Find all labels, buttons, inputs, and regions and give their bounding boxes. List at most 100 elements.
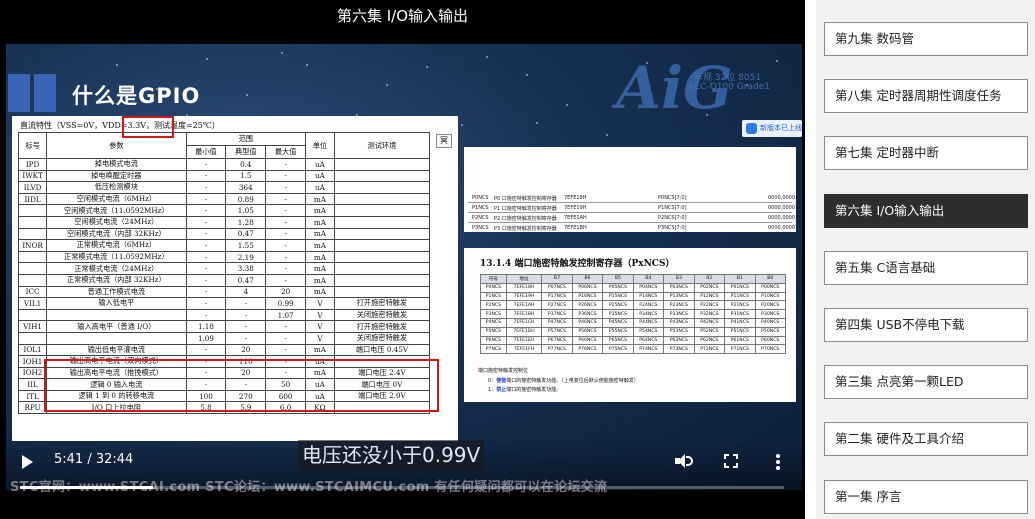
datasheet-cell-sym: IOH2	[17, 366, 48, 380]
video-frame[interactable]: 什么是GPIO AiG 车规 32位 8051 AEC-Q100 Grade1 …	[6, 44, 802, 490]
register-cell: P55NCS	[602, 326, 634, 337]
datasheet-cell-sym: ITL	[17, 389, 48, 403]
register-cell: P27NCS	[541, 300, 573, 311]
video-title: 第六集 I/O输入输出	[336, 7, 469, 25]
episode-item[interactable]: 第八集 定时器周期性调度任务	[824, 79, 1028, 114]
register-cell: P74NCS	[632, 344, 665, 355]
datasheet-cell-sym	[17, 250, 48, 264]
datasheet-cell-unit: mA	[305, 273, 335, 287]
register-summary-name: P2NCS	[472, 215, 489, 221]
register-cell: P36NCS	[571, 309, 604, 319]
register-col-header: B1	[724, 274, 756, 284]
register-note-title: 端口施密特触发控制位	[478, 368, 529, 374]
datasheet-cell-unit: mA	[305, 250, 335, 264]
datasheet-cell-unit: uA	[305, 158, 335, 171]
register-cell: P32NCS	[693, 309, 726, 319]
register-summary-desc: P2 口施密特触发控制寄存器	[494, 216, 557, 222]
fullscreen-icon[interactable]	[724, 454, 738, 468]
episode-item[interactable]: 第三集 点亮第一颗LED	[824, 365, 1028, 400]
col-header-param: 参数	[46, 132, 187, 159]
datasheet-cell-cond	[333, 215, 431, 229]
star-dot	[246, 94, 248, 96]
datasheet-cell-param: 输入低电平	[46, 297, 187, 310]
more-vertical-icon[interactable]	[775, 454, 781, 470]
register-summary-panel: P0NCS P0 口施密特触发控制寄存器 7EFE18H P0NCS[7:0] 0000…	[464, 147, 796, 232]
register-summary-name: P0NCS	[472, 195, 489, 201]
datasheet-cell-unit: mA	[305, 204, 335, 217]
vil-vih-highlight-box	[44, 359, 439, 412]
datasheet-cell-min: -	[185, 204, 227, 217]
register-cell: P41NCS	[724, 317, 756, 328]
datasheet-cell-cond: 打开施密特触发	[333, 297, 431, 310]
episode-item[interactable]: 第七集 定时器中断	[824, 136, 1028, 171]
register-col-header: B3	[663, 274, 695, 284]
datasheet-cell-cond	[333, 169, 431, 183]
register-col-header: B4	[632, 274, 665, 284]
register-cell: P34NCS	[632, 309, 665, 319]
datasheet-cell-min: -	[185, 285, 227, 299]
datasheet-cell-sym: IWKT	[17, 169, 48, 183]
datasheet-cell-cond: 端口电压 0.45V	[333, 343, 431, 357]
register-cell: P71NCS	[724, 344, 756, 355]
register-cell: P52NCS	[693, 326, 726, 337]
play-icon[interactable]	[22, 455, 33, 469]
register-cell: P57NCS	[541, 326, 573, 337]
register-cell: P53NCS	[663, 326, 695, 337]
datasheet-cell-sym: IPD	[17, 158, 48, 171]
register-detail-panel: 13.1.4 端口施密特触发控制寄存器（PxNCS） 符号 地址 B7 B6 B5 B4 B…	[464, 248, 796, 402]
datasheet-cell-max: 20	[265, 285, 307, 299]
star-dot	[606, 134, 608, 136]
episode-item[interactable]: 第一集 序言	[824, 479, 1028, 514]
episode-item[interactable]: 第五集 C语言基础	[824, 250, 1028, 285]
register-cell: P6NCS	[480, 335, 507, 346]
register-cell: P70NCS	[754, 344, 787, 355]
datasheet-cell-unit: V	[305, 297, 335, 310]
register-table-row: P0NCS 7EFE18H P07NCS P06NCS P05NCS P04NCS P03N…	[480, 282, 787, 293]
datasheet-cell-cond	[333, 262, 431, 275]
register-cell: P22NCS	[693, 300, 726, 311]
datasheet-row: 正常模式电流（24MHz） -3.38- mA	[17, 262, 431, 275]
video-player[interactable]: 第六集 I/O输入输出 什么是GPIO AiG 车规 32位 8051 AEC-…	[0, 0, 805, 519]
datasheet-cell-param: 低压检测模块	[46, 181, 187, 194]
datasheet-panel: 直流特性（VSS=0V，VDD=3.3V，测试温度=25℃） 冥 标号 参数 范…	[12, 116, 458, 441]
register-cell: P46NCS	[571, 317, 604, 328]
datasheet-cell-cond	[333, 239, 431, 252]
datasheet-side-button: 冥	[436, 134, 452, 148]
datasheet-row: 1.09- - V 关闭施密特触发	[17, 331, 431, 345]
episode-item[interactable]: 第二集 硬件及工具介绍	[824, 422, 1028, 457]
datasheet-cell-min: 1.09	[185, 331, 227, 345]
share-chip[interactable]: 新版本已上线	[742, 120, 802, 137]
register-cell: P15NCS	[602, 291, 634, 302]
volume-icon[interactable]	[674, 453, 694, 469]
datasheet-cell-cond: 打开施密特触发	[333, 320, 431, 333]
episode-item[interactable]: 第六集 I/O输入输出	[824, 193, 1028, 228]
col-header-max: 最大值	[265, 145, 307, 159]
progress-bar[interactable]	[20, 486, 784, 489]
register-cell: P30NCS	[754, 309, 787, 319]
episode-item[interactable]: 第四集 USB不停电下载	[824, 308, 1028, 342]
time-display: 5:41 / 32:44	[54, 452, 134, 467]
register-table-row: P5NCS 7EFE1DH P57NCS P56NCS P55NCS P54NCS P53N…	[480, 326, 787, 337]
register-cell: P47NCS	[541, 317, 573, 328]
datasheet-cell-cond	[333, 158, 431, 171]
register-cell: P62NCS	[693, 335, 726, 346]
register-cell: P54NCS	[632, 326, 665, 337]
register-cell: P5NCS	[480, 326, 507, 337]
register-cell: P23NCS	[663, 300, 695, 311]
datasheet-cell-cond	[333, 181, 431, 194]
datasheet-row: ILVD 低压检测模块 -364- uA	[17, 181, 431, 194]
col-header-range: 范围	[185, 132, 307, 146]
datasheet-cell-typ: 20	[225, 343, 267, 357]
datasheet-row: IWKT 掉电唤醒定时器 -1.5- uA	[17, 169, 431, 183]
datasheet-cell-max: -	[265, 192, 307, 206]
register-summary-row: P1NCS P1 口施密特触发控制寄存器 7EFE19H P1NCS[7:0] 0000…	[468, 203, 795, 213]
register-cell: P00NCS	[754, 282, 787, 293]
register-cell: P76NCS	[571, 344, 604, 355]
register-cell: P21NCS	[724, 300, 756, 311]
datasheet-cell-param	[46, 331, 187, 345]
register-table-row: P4NCS 7EFE1CH P47NCS P46NCS P45NCS P44NCS P43N…	[480, 317, 787, 328]
register-cell: 7EFE1FH	[505, 344, 543, 355]
register-col-header: B7	[541, 274, 573, 284]
episode-item[interactable]: 第九集 数码管	[824, 22, 1028, 56]
datasheet-cell-max: -	[265, 262, 307, 275]
